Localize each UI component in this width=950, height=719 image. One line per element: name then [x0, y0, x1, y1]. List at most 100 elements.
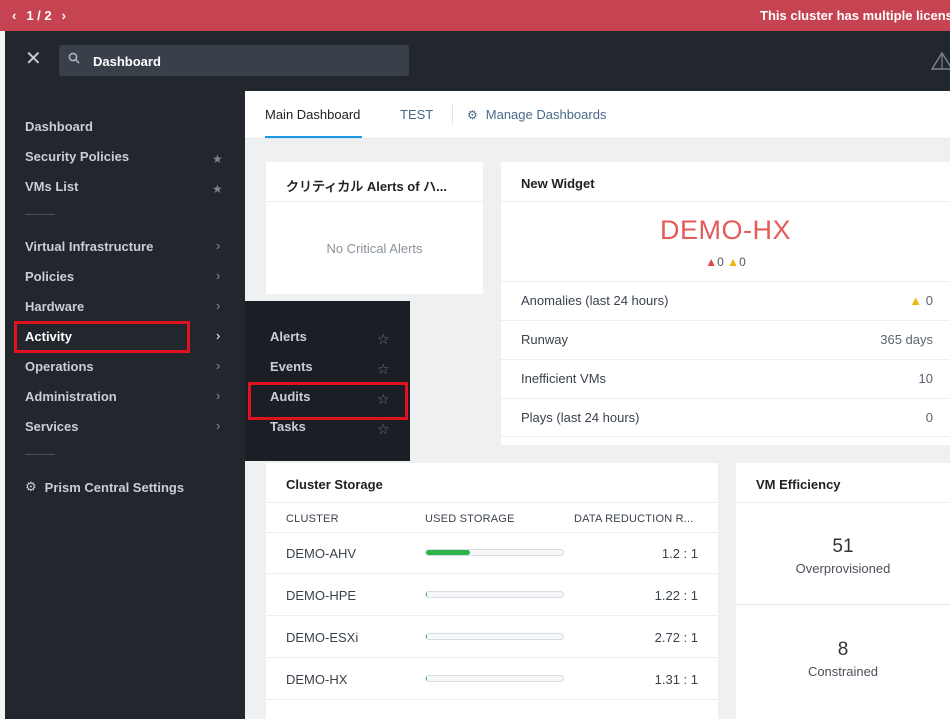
storage-bar: [425, 633, 564, 640]
chevron-left-icon[interactable]: ‹: [12, 8, 16, 23]
widget-title[interactable]: クリティカル Alerts of ハ...: [286, 176, 447, 195]
nav-divider: [25, 214, 55, 215]
reduction-ratio-cell: 2.72 : 1: [654, 630, 698, 645]
cluster-name[interactable]: DEMO-HX: [501, 215, 950, 246]
sidebar-item-operations[interactable]: Operations: [25, 359, 94, 374]
star-outline-icon[interactable]: ☆: [377, 421, 390, 438]
chevron-right-icon: ›: [216, 358, 221, 373]
search-value: Dashboard: [93, 54, 161, 69]
row-label-inefficient-vms: Inefficient VMs: [521, 371, 607, 386]
star-icon[interactable]: ★: [212, 182, 223, 196]
cluster-name-cell[interactable]: DEMO-ESXi: [286, 630, 358, 645]
search-input[interactable]: Dashboard: [59, 45, 409, 76]
sidebar-item-vms-list[interactable]: VMs List: [25, 179, 78, 194]
tab-test[interactable]: TEST: [400, 107, 433, 122]
divider: [501, 436, 950, 437]
sidebar-item-administration[interactable]: Administration: [25, 389, 117, 404]
row-label-plays: Plays (last 24 hours): [521, 410, 640, 425]
bell-warning-icon: ▲: [727, 255, 740, 269]
widget-title[interactable]: New Widget: [521, 176, 595, 191]
star-icon[interactable]: ★: [212, 152, 223, 166]
cluster-name-cell[interactable]: DEMO-AHV: [286, 546, 356, 561]
tab-divider: [452, 105, 453, 125]
constrained-count[interactable]: 8: [736, 639, 950, 661]
gear-icon: ⚙: [25, 479, 37, 494]
overprovisioned-label: Overprovisioned: [795, 561, 891, 576]
banner-pager: ‹ 1 / 2 ›: [12, 8, 66, 23]
divider: [501, 281, 950, 282]
cluster-storage-widget: Cluster Storage CLUSTER USED STORAGE DAT…: [266, 463, 718, 719]
empty-state-text: No Critical Alerts: [326, 241, 423, 256]
overprovisioned-count[interactable]: 51: [736, 536, 950, 558]
divider: [266, 502, 718, 503]
divider: [501, 320, 950, 321]
sidebar-item-prism-central-settings[interactable]: ⚙ Prism Central Settings: [25, 479, 184, 495]
divider: [501, 398, 950, 399]
sidebar-item-dashboard[interactable]: Dashboard: [25, 119, 93, 134]
column-header-cluster[interactable]: CLUSTER: [286, 513, 339, 525]
chevron-right-icon: ›: [216, 238, 221, 253]
top-bar: ✕ Dashboard: [5, 31, 950, 91]
sidebar-item-security-policies[interactable]: Security Policies: [25, 149, 129, 164]
divider: [266, 657, 718, 658]
license-banner: ‹ 1 / 2 › This cluster has multiple lice…: [0, 0, 950, 31]
row-value-runway[interactable]: 365 days: [880, 332, 933, 347]
banner-message[interactable]: This cluster has multiple licensi: [760, 8, 950, 23]
tab-main-dashboard[interactable]: Main Dashboard: [265, 107, 363, 138]
cluster-name-cell[interactable]: DEMO-HPE: [286, 588, 356, 603]
audits-highlight: [248, 382, 408, 420]
row-label-runway: Runway: [521, 332, 568, 347]
activity-highlight: [14, 321, 190, 353]
pager-text: 1 / 2: [26, 8, 52, 23]
nav-divider: [25, 454, 55, 455]
reduction-ratio-cell: 1.31 : 1: [654, 672, 698, 687]
widget-title[interactable]: VM Efficiency: [756, 477, 841, 492]
divider: [501, 359, 950, 360]
bell-critical-icon: ▲: [705, 255, 718, 269]
reduction-ratio-cell: 1.22 : 1: [654, 588, 698, 603]
warning-icon: ▲: [909, 293, 923, 308]
sidebar-item-hardware[interactable]: Hardware: [25, 299, 84, 314]
reduction-ratio-cell: 1.2 : 1: [661, 546, 698, 561]
settings-label: Prism Central Settings: [44, 479, 185, 495]
sidebar-item-virtual-infrastructure[interactable]: Virtual Infrastructure: [25, 239, 153, 254]
chevron-right-icon: ›: [216, 388, 221, 403]
widget-title[interactable]: Cluster Storage: [286, 477, 383, 492]
column-header-used-storage[interactable]: USED STORAGE: [425, 513, 515, 525]
vm-efficiency-widget: VM Efficiency 51 Overprovisioned 8 Const…: [736, 463, 950, 719]
cluster-name-cell[interactable]: DEMO-HX: [286, 672, 347, 687]
chevron-right-icon: ›: [216, 328, 221, 343]
close-icon[interactable]: ✕: [25, 48, 42, 70]
row-label-anomalies: Anomalies (last 24 hours): [521, 293, 669, 308]
storage-bar-fill: [426, 550, 470, 555]
search-icon: [68, 52, 80, 64]
storage-bar-fill: [426, 592, 428, 597]
submenu-item-tasks[interactable]: Tasks: [270, 419, 306, 434]
alert-counts: ▲0 ▲0: [501, 255, 950, 269]
row-value-plays[interactable]: 0: [926, 410, 933, 425]
divider: [266, 699, 718, 700]
star-outline-icon[interactable]: ☆: [377, 361, 390, 378]
storage-bar: [425, 549, 564, 556]
divider: [501, 201, 950, 202]
sidebar-item-policies[interactable]: Policies: [25, 269, 74, 284]
row-value-anomalies[interactable]: ▲ 0: [909, 293, 933, 308]
submenu-item-events[interactable]: Events: [270, 359, 313, 374]
chevron-right-icon: ›: [216, 268, 221, 283]
row-value-inefficient-vms[interactable]: 10: [919, 371, 933, 386]
critical-count: 0: [717, 255, 724, 269]
storage-bar: [425, 591, 564, 598]
prism-logo-icon[interactable]: [930, 51, 950, 71]
storage-bar-fill: [426, 676, 428, 681]
warning-count: 0: [739, 255, 746, 269]
submenu-item-alerts[interactable]: Alerts: [270, 329, 307, 344]
chevron-right-icon[interactable]: ›: [62, 8, 66, 23]
sidebar-item-services[interactable]: Services: [25, 419, 79, 434]
divider: [736, 604, 950, 605]
activity-submenu: Alerts ☆ Events ☆ Audits ☆ Tasks ☆: [245, 301, 410, 461]
column-header-data-reduction[interactable]: DATA REDUCTION R...: [574, 513, 694, 525]
tab-manage-dashboards[interactable]: ⚙ Manage Dashboards: [467, 107, 606, 122]
star-outline-icon[interactable]: ☆: [377, 331, 390, 348]
storage-bar-fill: [426, 634, 428, 639]
divider: [266, 201, 483, 202]
